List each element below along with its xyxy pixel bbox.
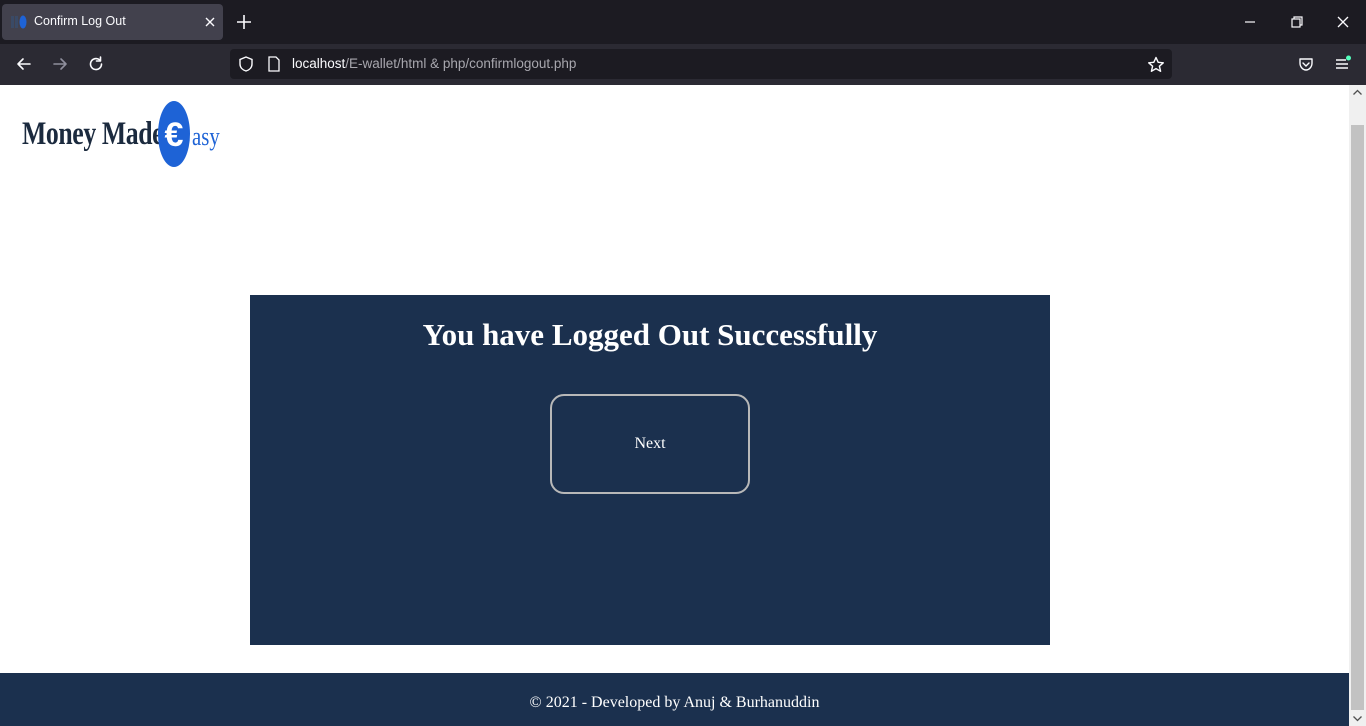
url-text[interactable]: localhost/E-wallet/html & php/confirmlog… [292,56,576,71]
page-icon[interactable] [266,55,282,73]
browser-tab-active[interactable]: Confirm Log Out [2,4,223,40]
logout-confirmation-panel: You have Logged Out Successfully Next [250,295,1050,645]
reload-icon[interactable] [86,54,106,74]
star-icon[interactable] [1146,55,1166,75]
address-bar[interactable]: localhost/E-wallet/html & php/confirmlog… [230,49,1172,79]
forward-icon[interactable] [50,54,70,74]
footer: © 2021 - Developed by Anuj & Burhanuddin [0,673,1349,726]
browser-nav-bar: localhost/E-wallet/html & php/confirmlog… [0,44,1366,85]
footer-copyright: © 2021 - Developed by Anuj & Burhanuddin [529,694,820,711]
page-title: You have Logged Out Successfully [422,317,878,352]
scroll-down-icon[interactable] [1352,713,1363,724]
site-favicon-icon [11,15,27,29]
restore-icon[interactable] [1287,12,1307,32]
logo-text-asy: asy [192,122,220,151]
page-content: Money Made € € asy You have Logged Out S… [0,85,1349,726]
site-logo[interactable]: Money Made € € asy [22,100,222,170]
browser-tab-bar: Confirm Log Out [0,0,1366,44]
svg-text:€: € [165,116,184,154]
scroll-up-icon[interactable] [1352,87,1363,98]
window-close-icon[interactable] [1333,12,1353,32]
close-icon[interactable] [201,13,219,31]
menu-icon[interactable] [1332,54,1352,74]
pocket-icon[interactable] [1296,54,1316,74]
vertical-scrollbar[interactable] [1349,85,1366,726]
back-icon[interactable] [14,54,34,74]
url-path: /E-wallet/html & php/confirmlogout.php [345,56,577,71]
tab-title: Confirm Log Out [34,14,126,28]
scrollbar-thumb[interactable] [1351,125,1364,710]
plus-icon[interactable] [234,12,254,32]
shield-icon[interactable] [237,55,255,73]
url-host: localhost [292,56,346,71]
next-button[interactable]: Next [550,394,750,494]
minimize-icon[interactable] [1240,12,1260,32]
logo-text-money-made: Money Made [22,116,164,152]
